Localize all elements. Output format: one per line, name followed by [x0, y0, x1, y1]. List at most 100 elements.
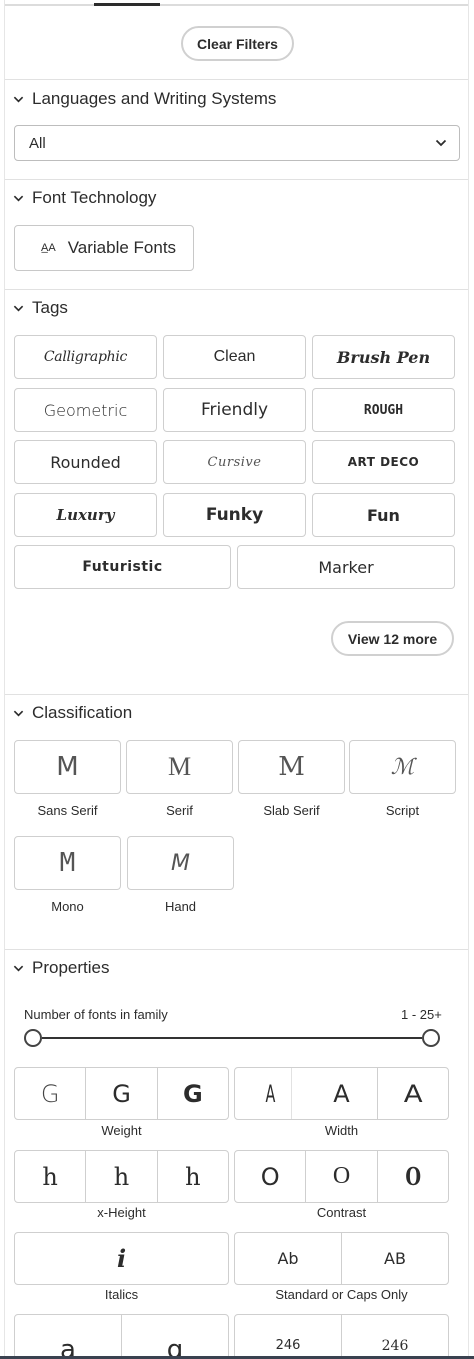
classification-serif[interactable]: M — [126, 740, 233, 794]
oldstyle-numerals-option[interactable]: 246 — [342, 1315, 448, 1359]
contrast-selector: O O O — [234, 1150, 449, 1203]
serif-glyph: M — [167, 752, 192, 781]
weight-selector: G G G — [14, 1067, 229, 1120]
caps-standard-option[interactable]: Ab — [235, 1233, 342, 1284]
active-tab-indicator — [94, 3, 160, 6]
caps-label: Standard or Caps Only — [275, 1287, 408, 1302]
family-size-slider-track[interactable] — [42, 1037, 422, 1039]
xheight-label: x-Height — [97, 1205, 146, 1220]
contrast-label: Contrast — [316, 1205, 367, 1220]
chevron-down-icon — [13, 96, 24, 103]
sans-serif-glyph: M — [56, 752, 79, 782]
width-normal-option[interactable]: A — [306, 1068, 378, 1119]
tab-underline-track — [5, 4, 468, 6]
classification-label: Slab Serif — [263, 803, 320, 818]
classification-sans-serif[interactable]: M — [14, 740, 121, 794]
languages-section-toggle[interactable]: Languages and Writing Systems — [13, 89, 276, 109]
clear-filters-button[interactable]: Clear Filters — [181, 26, 294, 61]
xheight-medium-option[interactable]: h — [86, 1151, 158, 1202]
tag-calligraphic[interactable]: Calligraphic — [14, 335, 157, 379]
chevron-down-icon — [13, 965, 24, 972]
tag-cursive[interactable]: Cursive — [163, 440, 306, 484]
mono-glyph: M — [59, 848, 76, 878]
divider — [5, 289, 468, 290]
double-story-a-option[interactable]: a — [15, 1315, 122, 1359]
classification-label: Script — [385, 803, 420, 818]
width-selector: A A A — [234, 1067, 449, 1120]
weight-bold-option[interactable]: G — [158, 1068, 228, 1119]
tag-fun[interactable]: Fun — [312, 493, 455, 537]
view-more-tags-button[interactable]: View 12 more — [331, 621, 454, 656]
weight-regular-option[interactable]: G — [86, 1068, 158, 1119]
script-glyph: ℳ — [390, 754, 415, 780]
classification-script[interactable]: ℳ — [349, 740, 456, 794]
xheight-low-option[interactable]: h — [15, 1151, 87, 1202]
family-size-slider-max-handle[interactable] — [422, 1029, 440, 1047]
divider — [5, 179, 468, 180]
filter-panel: Clear Filters Languages and Writing Syst… — [4, 0, 469, 1359]
italics-option[interactable]: i — [15, 1233, 228, 1284]
divider — [5, 694, 468, 695]
chevron-down-icon — [13, 710, 24, 717]
classification-label: Serif — [166, 803, 193, 818]
classification-hand[interactable]: M — [127, 836, 234, 890]
tag-futuristic[interactable]: Futuristic — [14, 545, 231, 589]
divider — [5, 79, 468, 80]
a-style-selector: a ɑ — [14, 1314, 229, 1359]
chevron-down-icon — [13, 195, 24, 202]
font-technology-section-toggle[interactable]: Font Technology — [13, 188, 156, 208]
languages-section-title: Languages and Writing Systems — [32, 89, 277, 108]
tag-marker[interactable]: Marker — [237, 545, 455, 589]
font-technology-section-title: Font Technology — [32, 188, 157, 207]
classification-section-toggle[interactable]: Classification — [13, 703, 132, 723]
languages-select[interactable]: All — [14, 125, 460, 161]
contrast-low-option[interactable]: O — [235, 1151, 307, 1202]
weight-label: Weight — [101, 1123, 142, 1138]
contrast-high-option[interactable]: O — [386, 1151, 439, 1202]
chevron-down-icon — [435, 139, 447, 147]
tag-rounded[interactable]: Rounded — [14, 440, 157, 484]
tag-rough[interactable]: ROUGH — [312, 388, 455, 432]
tag-friendly[interactable]: Friendly — [163, 388, 306, 432]
classification-label: Mono — [51, 899, 84, 914]
classification-mono[interactable]: M — [14, 836, 121, 890]
languages-select-value: All — [29, 134, 46, 152]
tags-section-toggle[interactable]: Tags — [13, 298, 68, 318]
italics-selector: i — [14, 1232, 229, 1285]
variable-fonts-label: Variable Fonts — [67, 238, 177, 257]
hand-glyph: M — [171, 850, 190, 876]
width-condensed-option[interactable]: A — [249, 1068, 293, 1119]
contrast-medium-option[interactable]: O — [306, 1151, 378, 1202]
width-label: Width — [324, 1123, 359, 1138]
single-story-a-option[interactable]: ɑ — [122, 1315, 228, 1359]
tag-brush-pen[interactable]: Brush Pen — [312, 335, 455, 379]
tag-geometric[interactable]: Geometric — [14, 388, 157, 432]
classification-label: Sans Serif — [37, 803, 98, 818]
caps-only-option[interactable]: AB — [342, 1233, 448, 1284]
slab-serif-glyph: M — [278, 752, 305, 782]
divider — [5, 949, 468, 950]
xheight-selector: h h h — [14, 1150, 229, 1203]
classification-label: Hand — [164, 899, 197, 914]
family-size-label: Number of fonts in family — [24, 1007, 168, 1022]
properties-section-title: Properties — [32, 958, 110, 977]
italics-label: Italics — [104, 1287, 139, 1302]
tag-funky[interactable]: Funky — [163, 493, 306, 537]
tag-luxury[interactable]: Luxury — [14, 493, 157, 537]
family-size-range: 1 - 25+ — [401, 1007, 442, 1022]
properties-section-toggle[interactable]: Properties — [13, 958, 109, 978]
variable-fonts-button[interactable]: A̲A Variable Fonts — [14, 225, 194, 271]
tag-art-deco[interactable]: ART DECO — [312, 440, 455, 484]
family-size-slider-min-handle[interactable] — [24, 1029, 42, 1047]
classification-slab-serif[interactable]: M — [238, 740, 345, 794]
chevron-down-icon — [13, 305, 24, 312]
width-wide-option[interactable]: A — [372, 1068, 448, 1119]
lining-numerals-option[interactable]: 246 — [235, 1315, 342, 1359]
xheight-high-option[interactable]: h — [158, 1151, 228, 1202]
classification-section-title: Classification — [32, 703, 133, 722]
tags-section-title: Tags — [32, 298, 68, 317]
caps-selector: Ab AB — [234, 1232, 449, 1285]
numerals-selector: 246 246 — [234, 1314, 449, 1359]
tag-clean[interactable]: Clean — [163, 335, 306, 379]
weight-light-option[interactable]: G — [15, 1068, 87, 1119]
